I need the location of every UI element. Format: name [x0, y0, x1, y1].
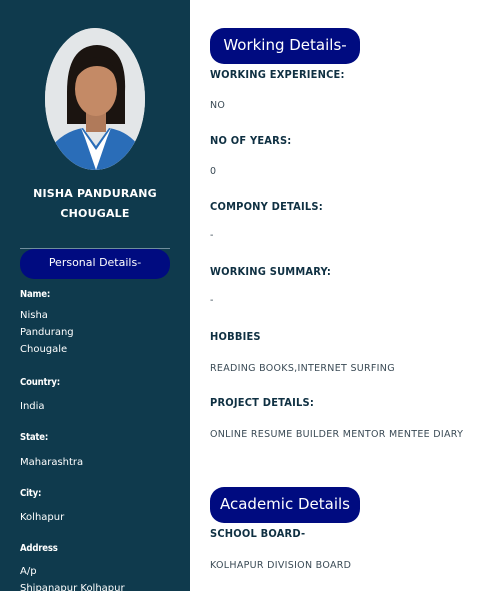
profile-photo — [45, 28, 145, 170]
city-value: Kolhapur — [20, 512, 65, 523]
address-value-line: Shipanapur Kolhapur — [20, 583, 125, 591]
name-value: Nisha Pandurang Chougale — [20, 307, 170, 358]
hobbies-label: HOBBIES — [210, 330, 261, 343]
address-label: Address — [20, 543, 58, 554]
state-label: State: — [20, 432, 49, 443]
working-experience-label: WORKING EXPERIENCE: — [210, 68, 345, 81]
profile-name: NISHA PANDURANG CHOUGALE — [0, 184, 190, 224]
no-of-years-value: 0 — [210, 166, 217, 177]
name-value-line: Chougale — [20, 344, 68, 355]
working-summary-label: WORKING SUMMARY: — [210, 265, 332, 278]
sidebar: NISHA PANDURANG CHOUGALE Personal Detail… — [0, 0, 190, 591]
name-label: Name: — [20, 289, 51, 300]
working-summary-value: - — [210, 295, 214, 306]
name-value-line: Nisha — [20, 310, 48, 321]
hobbies-value: READING BOOKS,INTERNET SURFING — [210, 363, 395, 374]
working-details-heading: Working Details- — [210, 28, 360, 64]
project-details-value: ONLINE RESUME BUILDER MENTOR MENTEE DIAR… — [210, 429, 464, 440]
state-value: Maharashtra — [20, 457, 84, 468]
academic-details-heading: Academic Details — [210, 487, 360, 523]
company-details-label: COMPONY DETAILS: — [210, 200, 323, 213]
project-details-label: PROJECT DETAILS: — [210, 396, 314, 409]
company-details-value: - — [210, 230, 214, 241]
city-label: City: — [20, 488, 42, 499]
school-board-value: KOLHAPUR DIVISION BOARD — [210, 560, 352, 571]
working-experience-value: NO — [210, 100, 226, 111]
country-label: Country: — [20, 377, 61, 388]
country-value: India — [20, 401, 45, 412]
name-value-line: Pandurang — [20, 327, 74, 338]
profile-name-line: NISHA PANDURANG — [33, 187, 157, 200]
school-board-label: SCHOOL BOARD- — [210, 527, 306, 540]
personal-details-heading: Personal Details- — [20, 249, 170, 279]
address-value: A/p Shipanapur Kolhapur — [20, 563, 170, 591]
address-value-line: A/p — [20, 566, 37, 577]
no-of-years-label: NO OF YEARS: — [210, 134, 292, 147]
profile-name-line: CHOUGALE — [60, 207, 130, 220]
